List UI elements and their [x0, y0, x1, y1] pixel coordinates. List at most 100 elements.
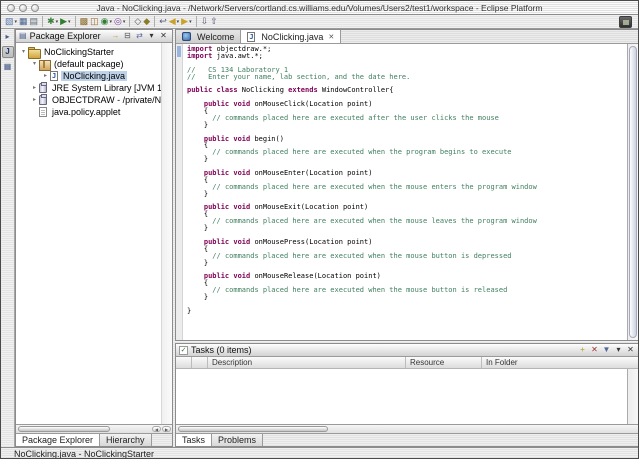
package-explorer-view: ▤ Package Explorer →⊟⇄▾✕ ▾NoClickingStar…: [15, 29, 173, 447]
change-marker: [177, 46, 181, 57]
code-area[interactable]: import objectdraw.*;import java.awt.*; /…: [183, 44, 627, 340]
column-header-resource[interactable]: Resource: [406, 357, 482, 368]
java-perspective-button[interactable]: J: [2, 46, 14, 58]
tab-problems[interactable]: Problems: [212, 434, 263, 446]
toolbar-right-icon[interactable]: [619, 16, 632, 28]
window-close-button[interactable]: [7, 4, 15, 12]
code-line: public class NoClicking extends WindowCo…: [187, 87, 627, 94]
code-line: // commands placed here are executed whe…: [187, 287, 627, 294]
print-button[interactable]: ▤: [29, 15, 40, 28]
package-explorer-toolbar: →⊟⇄▾✕: [110, 31, 169, 42]
scrollbar-thumb[interactable]: [178, 426, 328, 432]
tree-item-default-package[interactable]: ▾(default package): [16, 58, 172, 70]
library-icon: [39, 83, 47, 93]
delete-task-button[interactable]: ✕: [589, 345, 600, 356]
java-search-icon: ◆: [143, 17, 150, 26]
code-line: import java.awt.*;: [187, 53, 627, 60]
scrollbar-thumb[interactable]: [18, 426, 110, 432]
scrollbar-arrows: ◀ ▶: [152, 426, 171, 432]
twisty-closed-icon[interactable]: ▸: [41, 73, 50, 79]
tree-item-jre-system-library-jvm-1-4-1-maco[interactable]: ▸JRE System Library [JVM 1.4.1 (MacO: [16, 82, 172, 94]
tree-item-noclicking-java[interactable]: ▸NoClicking.java: [16, 70, 172, 82]
twisty-open-icon[interactable]: ▾: [30, 61, 39, 67]
save-button[interactable]: ▦: [18, 15, 29, 28]
last-edit-location-button[interactable]: ↩: [158, 15, 168, 28]
tree-item-label: java.policy.applet: [50, 107, 122, 117]
run-button[interactable]: ▶▾: [59, 15, 71, 28]
view-menu-button[interactable]: ▾: [613, 345, 624, 356]
open-type-icon: ◇: [134, 17, 141, 26]
debug-button[interactable]: ✱▾: [46, 15, 59, 28]
window-controls: [7, 4, 39, 12]
new-wizard-button[interactable]: ▧▾: [4, 15, 18, 28]
tab-package-explorer[interactable]: Package Explorer: [16, 434, 100, 446]
new-package-button[interactable]: ◫: [89, 15, 100, 28]
go-into-button[interactable]: →: [110, 31, 121, 42]
tab-hierarchy[interactable]: Hierarchy: [100, 434, 152, 446]
forward-button[interactable]: ▶▾: [180, 15, 192, 28]
window-titlebar[interactable]: Java - NoClicking.java - /Network/Server…: [1, 1, 638, 15]
tree-item-label: OBJECTDRAW - /private/Network/Se: [50, 95, 172, 105]
perspective-bar: ▸ J ▦: [1, 29, 15, 447]
new-interface-button[interactable]: ◎▾: [113, 15, 126, 28]
toolbar-separator: [75, 16, 76, 27]
editor-tab-noclicking-java[interactable]: NoClicking.java✕: [241, 30, 341, 43]
scroll-right-arrow[interactable]: ▶: [162, 426, 171, 432]
column-header-description[interactable]: Description: [208, 357, 406, 368]
package-explorer-vscrollbar[interactable]: [161, 43, 172, 424]
window-zoom-button[interactable]: [31, 4, 39, 12]
new-class-button[interactable]: ◉▾: [100, 15, 113, 28]
tree-item-objectdraw-private-network-se[interactable]: ▸ OBJECTDRAW - /private/Network/Se: [16, 94, 172, 106]
open-perspective-button[interactable]: ▸: [2, 31, 14, 43]
last-edit-location-icon: ↩: [159, 17, 167, 26]
tasks-toolbar: +✕▼▾✕: [577, 345, 636, 356]
toolbar-separator: [129, 16, 130, 27]
close-tab-icon[interactable]: ✕: [328, 33, 334, 41]
tasks-hscrollbar[interactable]: [176, 424, 639, 433]
tree-item-noclickingstarter[interactable]: ▾NoClickingStarter: [16, 46, 172, 58]
tasks-table[interactable]: [176, 369, 639, 424]
twisty-open-icon[interactable]: ▾: [19, 49, 28, 55]
next-annotation-icon: ⇩: [201, 17, 209, 26]
file-icon: [39, 107, 47, 117]
editor-vscrollbar[interactable]: [627, 44, 639, 340]
java-search-button[interactable]: ◆: [142, 15, 151, 28]
new-task-button[interactable]: +: [577, 345, 588, 356]
dropdown-arrow-icon: ▾: [56, 19, 59, 25]
new-java-project-button[interactable]: ▩: [79, 15, 90, 28]
package-explorer-title: Package Explorer: [30, 31, 101, 41]
new-java-project-icon: ▩: [80, 17, 89, 26]
column-header-icon-1[interactable]: [192, 357, 208, 368]
tasks-view: ✓ Tasks (0 items) +✕▼▾✕ DescriptionResou…: [175, 343, 639, 447]
filter-button[interactable]: ▼: [601, 345, 612, 356]
code-line: }: [187, 122, 627, 129]
tree-item-java-policy-applet[interactable]: java.policy.applet: [16, 106, 172, 118]
java-file-icon: [247, 32, 255, 42]
close-view-button[interactable]: ✕: [158, 31, 169, 42]
scrollbar-thumb[interactable]: [629, 46, 637, 338]
open-type-button[interactable]: ◇: [133, 15, 142, 28]
back-button[interactable]: ◀▾: [168, 15, 180, 28]
twisty-closed-icon[interactable]: ▸: [30, 97, 39, 103]
column-header-icon-0[interactable]: [176, 357, 192, 368]
tasks-title: Tasks (0 items): [191, 345, 252, 355]
link-with-editor-button[interactable]: ⇄: [134, 31, 145, 42]
editor-tab-welcome[interactable]: Welcome: [176, 30, 241, 43]
code-line: public void onMouseExit(Location point): [187, 204, 627, 211]
view-menu-button[interactable]: ▾: [146, 31, 157, 42]
previous-annotation-button[interactable]: ⇧: [209, 15, 219, 28]
resource-perspective-button[interactable]: ▦: [2, 61, 14, 73]
tasks-vscrollbar[interactable]: [627, 369, 639, 424]
column-header-in-folder[interactable]: In Folder: [482, 357, 639, 368]
tab-tasks[interactable]: Tasks: [176, 434, 212, 446]
twisty-closed-icon[interactable]: ▸: [30, 85, 39, 91]
collapse-all-button[interactable]: ⊟: [122, 31, 133, 42]
next-annotation-button[interactable]: ⇩: [200, 15, 210, 28]
editor-body: import objectdraw.*;import java.awt.*; /…: [176, 44, 639, 340]
window-minimize-button[interactable]: [19, 4, 27, 12]
close-view-button[interactable]: ✕: [625, 345, 636, 356]
code-line: // Enter your name, lab section, and the…: [187, 74, 627, 81]
package-explorer-hscrollbar[interactable]: ◀ ▶: [16, 424, 172, 433]
toolbar-separator: [42, 16, 43, 27]
scroll-left-arrow[interactable]: ◀: [152, 426, 161, 432]
